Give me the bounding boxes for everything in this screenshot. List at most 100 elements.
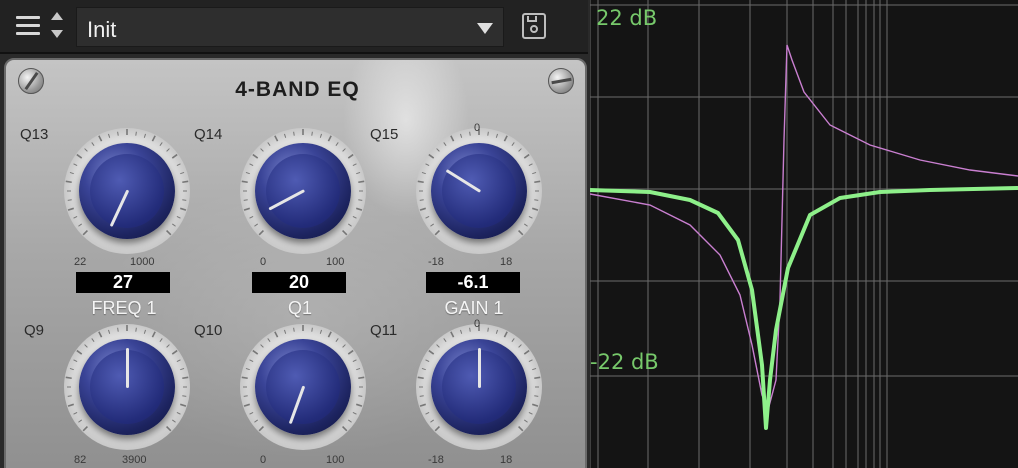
knob-tick (443, 142, 447, 146)
knob-tick (358, 395, 363, 397)
knob-tick (425, 215, 430, 219)
knob-tick (327, 135, 332, 142)
knob-tick (523, 153, 530, 159)
knob-tick (430, 223, 434, 227)
knob-tick (425, 359, 430, 363)
eq-response-graph[interactable]: 22 dB -22 dB (590, 0, 1018, 468)
knob-id-label: Q14 (194, 126, 223, 143)
freq1-value[interactable]: 27 (76, 272, 170, 293)
knob-tick (252, 349, 259, 355)
knob-tick (172, 223, 176, 227)
knob-tick (241, 180, 248, 184)
arrow-down-icon[interactable] (51, 30, 63, 38)
knob-tick (176, 215, 181, 219)
knob-tick (436, 148, 440, 152)
knob-tick (311, 131, 313, 136)
knob-tick (243, 199, 248, 201)
knob-tick (117, 327, 119, 332)
knob-tick (534, 395, 539, 397)
knob-tick (172, 419, 176, 423)
save-icon[interactable] (522, 13, 546, 39)
knob-tick (347, 349, 354, 355)
knob-tick (274, 135, 279, 142)
q1-label: Q1 (287, 298, 312, 318)
scale-max-label: 100 (326, 454, 345, 466)
knob-tick (348, 419, 352, 423)
knob-tick (151, 135, 156, 142)
knob-tick (98, 331, 103, 338)
knob-tick (528, 163, 533, 167)
knob-tick (67, 403, 74, 407)
knob-tick (82, 426, 88, 432)
hamburger-menu-icon[interactable] (16, 16, 40, 38)
knob-tick (511, 338, 515, 342)
scale-max-label: 3900 (122, 454, 147, 466)
knob-tick (434, 426, 440, 432)
knob-tick (342, 148, 346, 152)
knob-tick (73, 215, 78, 219)
knob-tick (260, 148, 264, 152)
db-top-label: 22 dB (596, 6, 658, 30)
knob-tick (528, 411, 533, 415)
knob-tick (182, 199, 187, 201)
knob-tick (319, 133, 323, 138)
knob-tick (503, 135, 508, 142)
knob-tick (342, 426, 348, 432)
scale-max-label: 18 (500, 256, 513, 268)
knob-tick (84, 344, 88, 348)
knob-tick (348, 223, 352, 227)
knob-pointer (126, 348, 129, 388)
arrow-up-icon[interactable] (51, 12, 63, 20)
knob-tick (243, 207, 250, 211)
preset-toolbar: Init (0, 0, 588, 54)
scale-min-label: -18 (428, 256, 444, 268)
knob-tick (419, 207, 426, 211)
knob-tick (495, 133, 499, 138)
knob-id-label: Q11 (370, 322, 398, 339)
knob-tick (524, 223, 528, 227)
knob-tick (252, 153, 259, 159)
knob-tick (73, 359, 78, 363)
knob-tick (459, 329, 463, 334)
knob-tick (258, 426, 264, 432)
knob-tick (518, 426, 524, 432)
preset-dropdown[interactable]: Init (76, 7, 504, 47)
knob-tick (425, 411, 430, 415)
knob-tick (417, 376, 424, 380)
knob-tick (459, 133, 463, 138)
knob-tick (425, 163, 430, 167)
knob-tick (241, 376, 248, 380)
knob-tick (358, 376, 365, 380)
knob-tick (69, 367, 74, 371)
knob-tick (67, 199, 72, 201)
knob-tick (166, 344, 170, 348)
knob-tick (65, 376, 72, 380)
knob-tick (335, 338, 339, 342)
knob-tick (356, 403, 363, 407)
knob-tick (135, 131, 137, 136)
knob-tick (159, 338, 163, 342)
knob-tick (352, 215, 357, 219)
knob-tick (523, 349, 530, 355)
knob-tick (159, 142, 163, 146)
knob-tick (283, 329, 287, 334)
knob-tick (487, 327, 489, 332)
knob-tick (267, 142, 271, 146)
knob-tick (260, 344, 264, 348)
q1-value[interactable]: 20 (252, 272, 346, 293)
knob-tick (293, 131, 295, 136)
preset-stepper[interactable] (48, 10, 66, 42)
knob-tick (419, 395, 424, 397)
knob-tick (65, 180, 72, 184)
knob-tick (98, 135, 103, 142)
knob-tick (73, 411, 78, 415)
knob-id-label: Q13 (20, 126, 49, 143)
knob-tick (107, 329, 111, 334)
knob-tick (534, 180, 541, 184)
main-response-curve (590, 186, 1018, 430)
scale-top-label: 0 (474, 318, 481, 330)
knob-tick (358, 199, 363, 201)
knob-tick (180, 171, 185, 175)
gain1-value[interactable]: -6.1 (426, 272, 520, 293)
knob-tick (532, 207, 539, 211)
